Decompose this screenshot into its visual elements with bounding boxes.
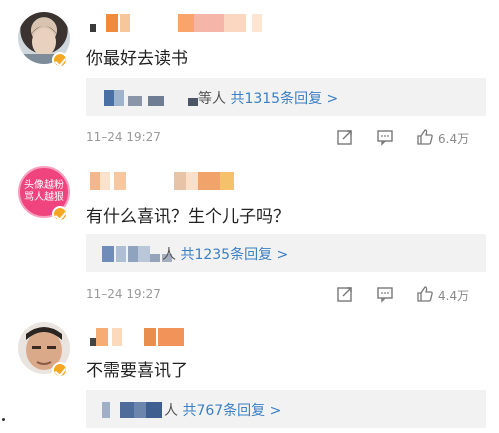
reply-suffix: 人 <box>162 247 176 263</box>
avatar-text: 头像越粉 <box>24 180 64 191</box>
reply-count-link[interactable]: 共767条回复 > <box>182 403 281 419</box>
like-count: 6.4万 <box>438 132 470 146</box>
comment-text: 不需要喜讯了 <box>86 361 188 381</box>
reply-count-link[interactable]: 共1235条回复 > <box>180 247 288 263</box>
comment-icon[interactable] <box>376 285 394 303</box>
comment-text: 你最好去读书 <box>86 49 188 69</box>
reply-suffix: 人 <box>164 403 178 419</box>
timestamp: 11–24 19:27 <box>86 287 161 301</box>
reply-count-link[interactable]: 共1315条回复 > <box>230 91 338 107</box>
comment-icon[interactable] <box>376 128 394 146</box>
avatar-text: 骂人越狠 <box>24 192 64 203</box>
reply-summary[interactable]: 等人 共1315条回复 > <box>86 78 486 116</box>
like-icon[interactable] <box>416 128 434 146</box>
timestamp: 11–24 19:27 <box>86 130 161 144</box>
verified-badge-icon <box>52 52 68 68</box>
share-icon[interactable] <box>336 285 354 303</box>
comment-meta: 11–24 19:27 6.4万 <box>86 128 486 148</box>
verified-badge-icon <box>52 362 68 378</box>
share-icon[interactable] <box>336 128 354 146</box>
like-count: 4.4万 <box>438 289 470 303</box>
reply-summary[interactable]: 人 共1235条回复 > <box>86 234 486 272</box>
comment-meta: 11–24 19:27 4.4万 <box>86 285 486 305</box>
stray-dot <box>2 418 5 421</box>
reply-suffix: 等人 <box>198 91 226 107</box>
like-icon[interactable] <box>416 285 434 303</box>
comment-text: 有什么喜讯？生个儿子吗？ <box>86 207 290 227</box>
verified-badge-icon <box>52 206 68 222</box>
reply-summary[interactable]: 人 共767条回复 > <box>86 390 486 428</box>
